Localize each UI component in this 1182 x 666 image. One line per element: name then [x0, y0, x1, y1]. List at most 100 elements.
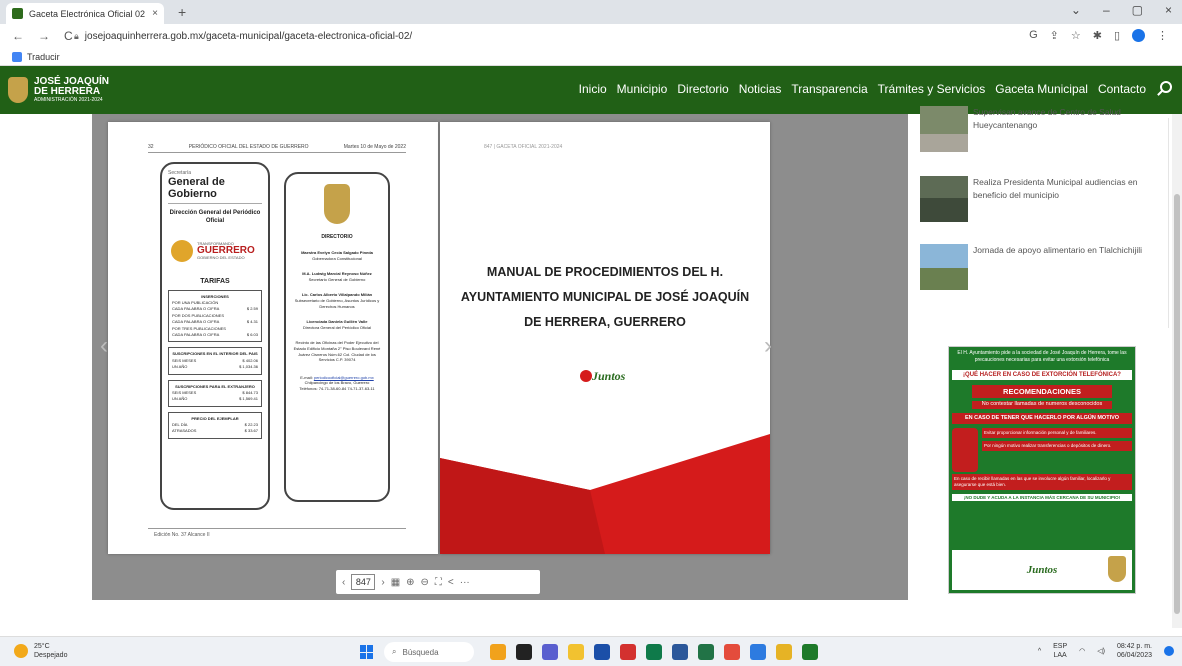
banner-rec-2: Por ningún motivo realizar transferencia… [982, 440, 1132, 451]
app-icon[interactable] [490, 644, 506, 660]
news-title[interactable]: Jornada de apoyo alimentario en Tlalchic… [973, 244, 1142, 290]
news-title[interactable]: Supervisan avance de Centro de Salud Hue… [973, 106, 1170, 152]
tab-close-icon[interactable]: × [152, 8, 158, 19]
news-title[interactable]: Realiza Presidenta Municipal audiencias … [973, 176, 1170, 222]
gaceta-header: 847 | GACETA OFICIAL 2021-2024 [484, 144, 563, 150]
banner-rec-3: En caso de recibir llamadas en las que s… [952, 473, 1132, 490]
chrome-icon[interactable] [776, 644, 792, 660]
lock-icon[interactable]: 🔒︎ [74, 31, 79, 42]
weather-widget[interactable]: 25°C Despejado [14, 642, 67, 660]
menu-item-directorio[interactable]: Directorio [677, 82, 728, 96]
start-icon[interactable] [360, 645, 374, 659]
windows-taskbar: 25°C Despejado ⌕ Búsqueda ^ ESP LAA ◠ ◁)… [0, 636, 1182, 666]
wifi-icon[interactable]: ◠ [1079, 647, 1085, 655]
close-window-button[interactable]: × [1165, 3, 1172, 17]
back-icon[interactable]: ← [12, 29, 24, 43]
t2-value: $ 4.31 [246, 319, 258, 325]
news-thumbnail[interactable] [920, 244, 968, 290]
email-link[interactable]: periodicooficial@guerrero.gob.mx [314, 375, 374, 380]
news-item[interactable]: Realiza Presidenta Municipal audiencias … [920, 176, 1170, 222]
zoom-out-icon[interactable]: ⊖ [421, 577, 429, 588]
chevron-up-icon[interactable]: ^ [1038, 648, 1041, 655]
menu-item-gaceta[interactable]: Gaceta Municipal [995, 82, 1088, 96]
page-scrollbar[interactable] [1172, 114, 1182, 628]
menu-item-transparencia[interactable]: Transparencia [791, 82, 867, 96]
sun-icon [14, 644, 28, 659]
news-thumbnail[interactable] [920, 106, 968, 152]
browser-tab-bar: Gaceta Electrónica Oficial 02 | H. × + ⌄… [0, 0, 1182, 24]
url-field[interactable]: 🔒︎ josejoaquinherrera.gob.mx/gaceta-muni… [74, 27, 1034, 45]
p3-role: Subsecretario de Gobierno, Asuntos Juríd… [294, 297, 380, 309]
menu-item-municipio[interactable]: Municipio [617, 82, 668, 96]
forward-icon[interactable]: → [38, 29, 50, 43]
app-icon[interactable] [698, 644, 714, 660]
fullscreen-icon[interactable]: ⛶ [435, 577, 442, 588]
page-number: 32 [148, 144, 154, 150]
app-icon[interactable] [802, 644, 818, 660]
app-icon[interactable] [646, 644, 662, 660]
reload-icon[interactable]: C [64, 29, 73, 43]
search-icon[interactable] [1160, 81, 1172, 93]
volume-icon[interactable]: ◁) [1097, 647, 1105, 655]
guerrero-label: GUERRERO [197, 244, 255, 256]
crest-icon [8, 77, 28, 103]
app-icon[interactable] [542, 644, 558, 660]
pinned-apps [490, 644, 818, 660]
app-icon[interactable] [672, 644, 688, 660]
precio-box: PRECIO DEL EJEMPLAR DEL DÍA $ 22.23 ATRAS… [168, 411, 262, 439]
news-item[interactable]: Jornada de apoyo alimentario en Tlalchic… [920, 244, 1170, 290]
chevron-right-icon[interactable]: › [381, 577, 384, 588]
address-bar: ← → C 🔒︎ josejoaquinherrera.gob.mx/gacet… [0, 24, 1182, 48]
viewer-toolbar: ‹ › ▦ ⊕ ⊖ ⛶ < ··· [336, 570, 540, 594]
file-explorer-icon[interactable] [568, 644, 584, 660]
menu-item-noticias[interactable]: Noticias [739, 82, 782, 96]
share-icon[interactable]: ⇪ [1050, 29, 1059, 42]
page-input[interactable] [351, 574, 376, 590]
minimize-button[interactable]: – [1103, 3, 1110, 17]
news-thumbnail[interactable] [920, 176, 968, 222]
extortion-banner[interactable]: El H. Ayuntamiento pide a la sociedad de… [948, 346, 1136, 594]
atrasados-value: $ 33.67 [244, 428, 258, 434]
menu-item-contacto[interactable]: Contacto [1098, 82, 1146, 96]
share-icon-viewer[interactable]: < [448, 577, 454, 588]
app-icon[interactable] [516, 644, 532, 660]
lang-code: ESP [1053, 643, 1068, 650]
taskbar-search[interactable]: ⌕ Búsqueda [384, 642, 474, 662]
notification-icon[interactable] [1164, 646, 1174, 657]
menu-item-tramites[interactable]: Trámites y Servicios [878, 82, 986, 96]
atrasados-label: ATRASADOS [172, 428, 197, 434]
news-item[interactable]: Supervisan avance de Centro de Salud Hue… [920, 106, 1170, 152]
banner-intro: El H. Ayuntamiento pide a la sociedad de… [957, 350, 1127, 363]
prev-page-button[interactable]: ‹ [100, 332, 108, 360]
email-label: E-mail: [300, 374, 313, 380]
site-logo[interactable]: JOSÉ JOAQUÍN DE HERRERA ADMINISTRACIÓN 2… [8, 77, 109, 103]
thumbnails-icon[interactable]: ▦ [391, 577, 400, 588]
chevron-down-icon[interactable]: ⌄ [1071, 3, 1081, 17]
zoom-in-icon[interactable]: ⊕ [406, 577, 414, 588]
site-favicon-icon [12, 8, 23, 19]
sidepanel-icon[interactable]: ▯ [1114, 29, 1120, 42]
google-lens-icon[interactable]: G [1029, 29, 1038, 42]
chevron-left-icon[interactable]: ‹ [342, 577, 345, 588]
restore-button[interactable]: ▢ [1132, 3, 1143, 17]
app-icon[interactable] [724, 644, 740, 660]
gobierno-label: General de Gobierno [168, 176, 262, 204]
profile-avatar[interactable] [1132, 29, 1145, 42]
clock[interactable]: 08:42 p. m. 06/04/2023 [1117, 642, 1152, 660]
next-page-button[interactable]: › [764, 332, 772, 360]
app-icon[interactable] [750, 644, 766, 660]
extensions-icon[interactable]: ✱ [1093, 29, 1102, 42]
new-tab-button[interactable]: + [178, 4, 186, 20]
star-icon[interactable]: ☆ [1071, 29, 1081, 42]
app-icon[interactable] [620, 644, 636, 660]
app-icon[interactable] [594, 644, 610, 660]
system-tray: ^ ESP LAA ◠ ◁) 08:42 p. m. 06/04/2023 [1038, 642, 1174, 660]
t2-row: CADA PALABRA O CIFRA [172, 319, 220, 325]
browser-tab[interactable]: Gaceta Electrónica Oficial 02 | H. × [6, 3, 164, 24]
language-indicator[interactable]: ESP LAA [1053, 642, 1067, 660]
bookmark-traducir[interactable]: Traducir [27, 52, 60, 62]
menu-kebab-icon[interactable]: ⋮ [1157, 29, 1168, 42]
tab-title: Gaceta Electrónica Oficial 02 | H. [29, 8, 146, 19]
menu-item-inicio[interactable]: Inicio [579, 82, 607, 96]
more-icon[interactable]: ··· [460, 577, 470, 588]
